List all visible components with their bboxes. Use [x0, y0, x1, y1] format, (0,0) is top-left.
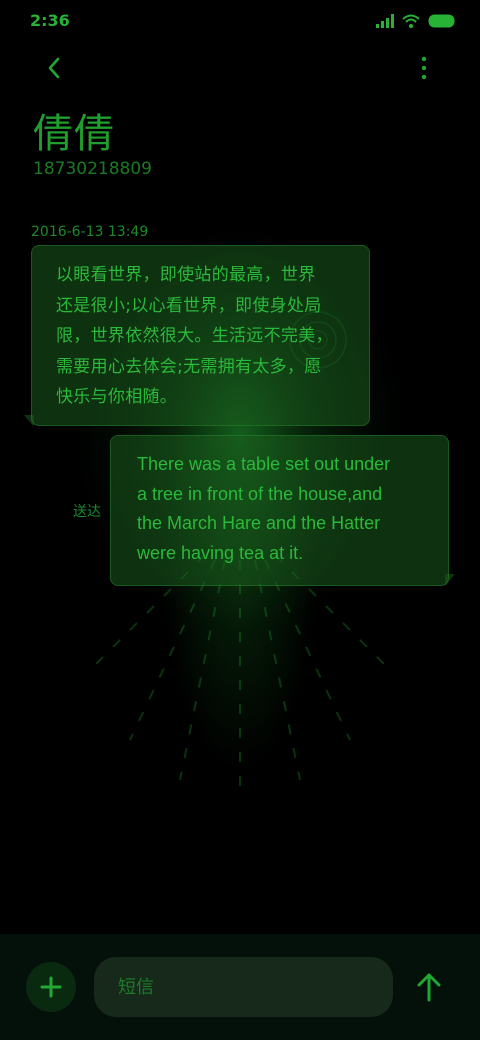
chevron-left-icon [48, 57, 60, 79]
outgoing-message-text: There was a table set out under a tree i… [137, 454, 391, 563]
arrow-up-icon [417, 973, 441, 1002]
outgoing-message-bubble[interactable]: There was a table set out under a tree i… [110, 435, 449, 586]
message-timestamp: 2016-6-13 13:49 [31, 224, 149, 240]
status-bar: 2:36 [0, 0, 480, 42]
incoming-message-text: 以眼看世界，即使站的最高，世界 还是很小;以心看世界，即使身处局 限，世界依然很… [56, 265, 333, 407]
message-input[interactable] [94, 957, 393, 1017]
status-icons [376, 12, 456, 30]
status-time: 2:36 [30, 11, 70, 30]
wifi-icon [402, 14, 420, 28]
more-options-button[interactable] [410, 52, 438, 84]
send-button[interactable] [412, 968, 446, 1006]
incoming-message-bubble[interactable]: 以眼看世界，即使站的最高，世界 还是很小;以心看世界，即使身处局 限，世界依然很… [31, 245, 370, 426]
contact-number: 18730218809 [33, 159, 152, 179]
plus-icon [40, 976, 62, 998]
signal-icon [376, 14, 394, 28]
battery-icon [428, 14, 455, 28]
delivery-status: 送达 [73, 504, 101, 520]
add-attachment-button[interactable] [26, 962, 76, 1012]
contact-name: 倩倩 [33, 111, 115, 157]
back-button[interactable] [38, 52, 70, 84]
more-vertical-icon [421, 56, 427, 80]
sms-conversation-screen: 2:36 倩倩 18730218809 2016-6-13 13:49 以眼看世… [0, 0, 480, 1040]
